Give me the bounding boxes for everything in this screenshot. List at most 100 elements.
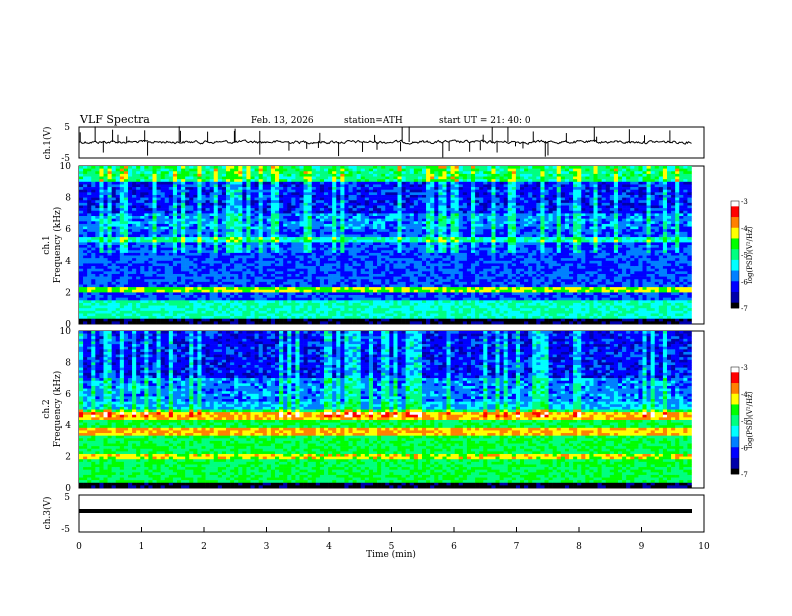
spectrogram-cell <box>312 277 316 280</box>
spectrogram-cell <box>112 308 116 311</box>
spectrogram-cell <box>295 169 299 172</box>
spectrogram-cell <box>291 192 295 195</box>
spectrogram-cell <box>193 179 197 182</box>
spectrogram-cell <box>279 240 283 243</box>
spectrogram-cell <box>218 298 222 301</box>
spectrogram-cell <box>214 250 218 253</box>
spectrogram-cell <box>153 200 157 203</box>
spectrogram-cell <box>312 182 316 185</box>
spectrogram-cell <box>381 303 385 306</box>
spectrogram-cell <box>132 245 136 248</box>
spectrogram-cell <box>259 274 263 277</box>
spectrogram-cell <box>393 166 397 169</box>
spectrogram-cell <box>173 256 177 259</box>
spectrogram-cell <box>242 308 246 311</box>
spectrogram-cell <box>83 174 87 177</box>
spectrogram-cell <box>287 253 291 256</box>
spectrogram-cell <box>365 261 369 264</box>
spectrogram-cell <box>222 200 226 203</box>
spectrogram-cell <box>157 311 161 314</box>
spectrogram-cell <box>238 269 242 272</box>
spectrogram-cell <box>295 219 299 222</box>
spectrogram-cell <box>389 242 393 245</box>
spectrogram-cell <box>287 200 291 203</box>
spectrogram-cell <box>402 237 406 240</box>
spectrogram-cell <box>161 195 165 198</box>
spectrogram-cell <box>230 237 234 240</box>
spectrogram-cell <box>210 171 214 174</box>
spectrogram-cell <box>161 282 165 285</box>
spectrogram-cell <box>291 174 295 177</box>
spectrogram-cell <box>234 237 238 240</box>
spectrogram-cell <box>304 234 308 237</box>
spectrogram-cell <box>124 277 128 280</box>
spectrogram-cell <box>108 271 112 274</box>
spectrogram-cell <box>218 166 222 169</box>
spectrogram-cell <box>332 256 336 259</box>
spectrogram-cell <box>124 300 128 303</box>
spectrogram-cell <box>406 290 410 293</box>
spectrogram-cell <box>144 219 148 222</box>
spectrogram-cell <box>169 221 173 224</box>
spectrogram-cell <box>300 219 304 222</box>
spectrogram-cell <box>185 311 189 314</box>
spectrogram-cell <box>99 174 103 177</box>
spectrogram-cell <box>95 227 99 230</box>
spectrogram-cell <box>189 250 193 253</box>
spectrogram-cell <box>181 242 185 245</box>
spectrogram-cell <box>271 321 275 324</box>
spectrogram-cell <box>340 321 344 324</box>
spectrogram-cell <box>193 232 197 235</box>
spectrogram-cell <box>271 271 275 274</box>
spectrogram-cell <box>279 300 283 303</box>
spectrogram-cell <box>246 229 250 232</box>
spectrogram-cell <box>300 213 304 216</box>
spectrogram-cell <box>369 250 373 253</box>
spectrogram-cell <box>144 221 148 224</box>
spectrogram-cell <box>165 234 169 237</box>
spectrogram-cell <box>91 248 95 251</box>
spectrogram-cell <box>136 206 140 209</box>
spectrogram-cell <box>283 227 287 230</box>
spectrogram-cell <box>300 221 304 224</box>
spectrogram-cell <box>91 232 95 235</box>
spectrogram-cell <box>202 303 206 306</box>
spectrogram-cell <box>242 261 246 264</box>
spectrogram-cell <box>349 258 353 261</box>
spectrogram-cell <box>197 166 201 169</box>
spectrogram-cell <box>104 203 108 206</box>
spectrogram-cell <box>398 300 402 303</box>
spectrogram-cell <box>87 279 91 282</box>
spectrogram-cell <box>361 313 365 316</box>
spectrogram-cell <box>189 263 193 266</box>
spectrogram-cell <box>222 240 226 243</box>
spectrogram-cell <box>185 219 189 222</box>
spectrogram-cell <box>320 303 324 306</box>
spectrogram-cell <box>332 213 336 216</box>
spectrogram-cell <box>336 263 340 266</box>
spectrogram-cell <box>144 213 148 216</box>
spectrogram-cell <box>169 253 173 256</box>
spectrogram-cell <box>165 211 169 214</box>
spectrogram-cell <box>95 300 99 303</box>
spectrogram-cell <box>91 256 95 259</box>
spectrogram-cell <box>300 279 304 282</box>
spectrogram-cell <box>308 192 312 195</box>
spectrogram-cell <box>120 285 124 288</box>
spectrogram-cell <box>312 240 316 243</box>
spectrogram-cell <box>267 227 271 230</box>
spectrogram-cell <box>328 311 332 314</box>
spectrogram-cell <box>197 208 201 211</box>
spectrogram-cell <box>373 213 377 216</box>
spectrogram-cell <box>214 229 218 232</box>
spectrogram-cell <box>353 287 357 290</box>
spectrogram-cell <box>206 219 210 222</box>
spectrogram-cell <box>202 256 206 259</box>
spectrogram-cell <box>242 266 246 269</box>
spectrogram-cell <box>210 182 214 185</box>
spectrogram-cell <box>202 240 206 243</box>
spectrogram-cell <box>320 274 324 277</box>
spectrogram-cell <box>255 221 259 224</box>
ch1-spectrogram-image <box>79 166 692 324</box>
spectrogram-cell <box>136 253 140 256</box>
